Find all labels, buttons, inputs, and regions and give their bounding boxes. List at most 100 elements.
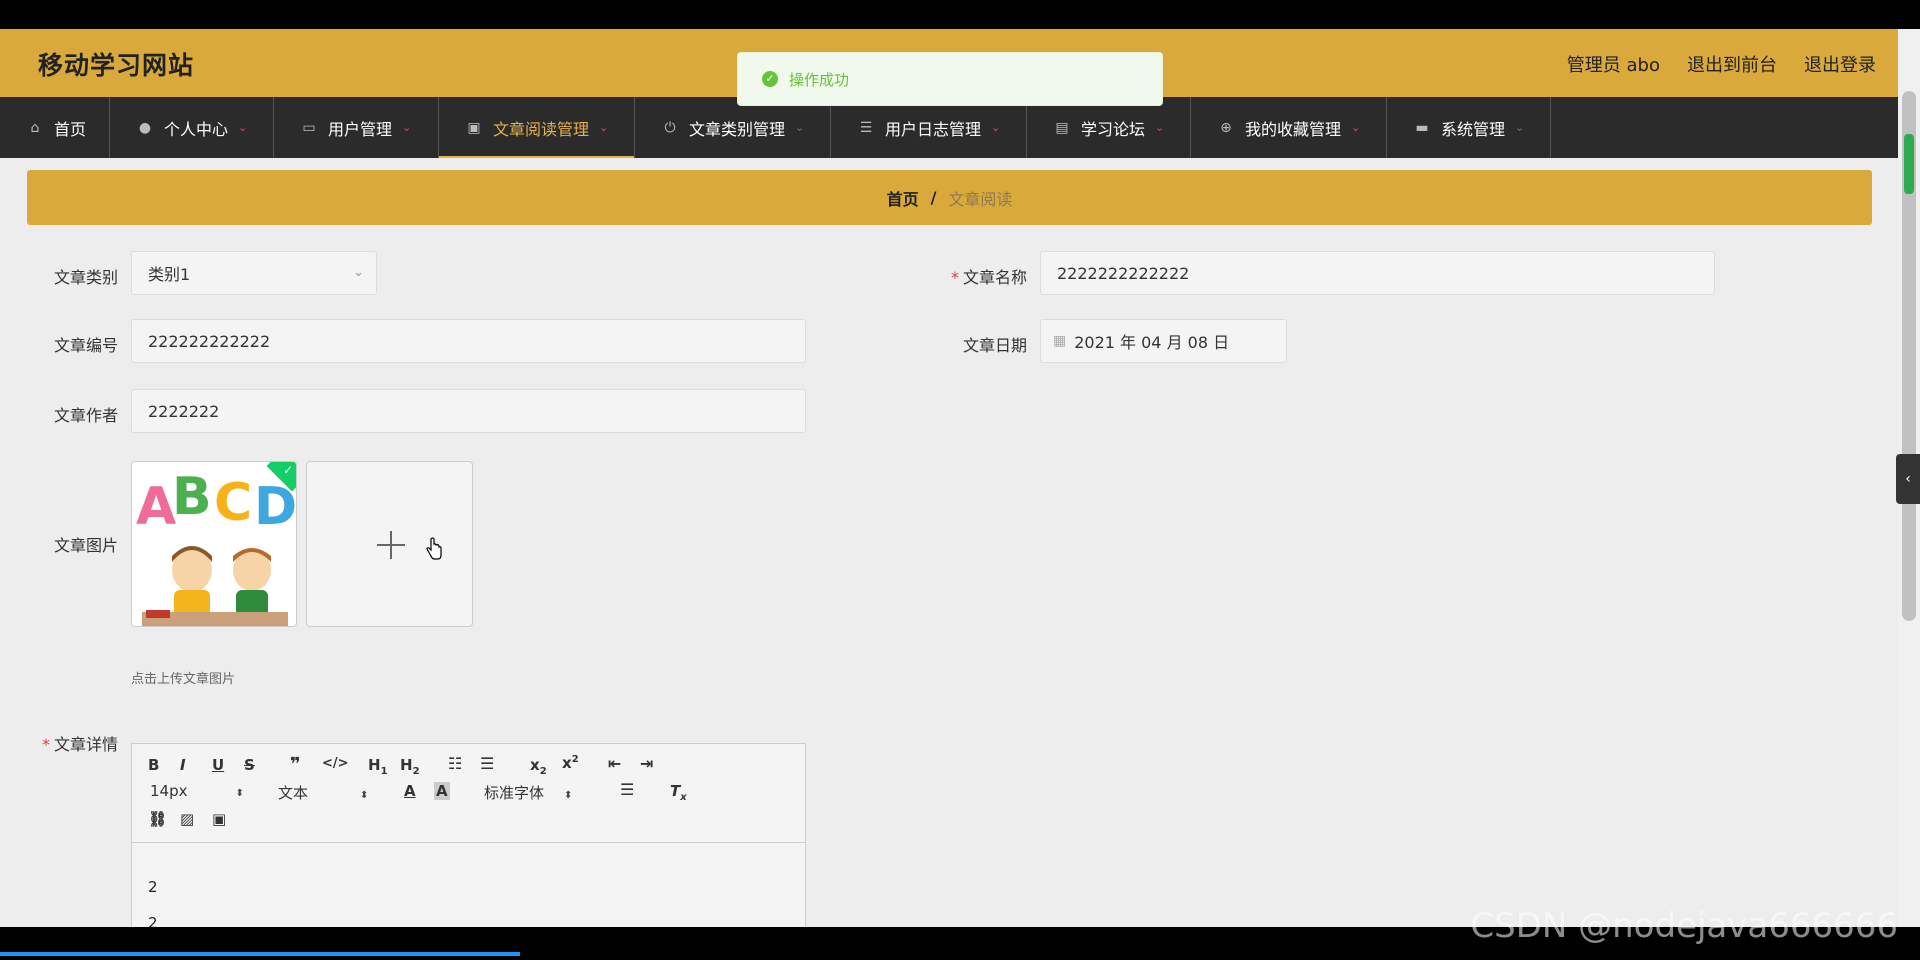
chevron-down-icon: ⌄ [991,121,1001,134]
number-input[interactable]: 222222222222 [131,319,806,363]
plus-icon-vertical [390,531,392,559]
success-toast: ✓ 操作成功 [737,52,1163,106]
nav-label: 用户日志管理 [885,119,982,139]
title-input[interactable]: 2222222222222 [1040,251,1715,295]
bullet-list-icon[interactable]: ☰ [480,754,494,773]
nav-label: 学习论坛 [1081,119,1146,139]
site-brand[interactable]: 移动学习网站 [38,46,194,82]
nav-item-forum[interactable]: ▤ 学习论坛 ⌄ [1027,97,1191,158]
superscript-icon[interactable]: x2 [562,754,579,772]
check-icon: ✓ [282,463,293,477]
logout-link[interactable]: 退出登录 [1804,51,1876,77]
chevron-left-icon: ‹ [1905,471,1911,487]
blockquote-icon[interactable]: ❞ [290,754,301,775]
updown-icon: ⬍ [360,790,369,801]
calendar-icon: ▦ [1053,333,1067,349]
category-label: 文章类别 [53,268,118,287]
strikethrough-icon[interactable]: S [244,756,255,774]
side-collapse-tab[interactable]: ‹ [1896,454,1920,504]
nav-item-personal-center[interactable]: ● 个人中心 ⌄ [110,97,274,158]
watermark: CSDN @nodejava666666 [1470,906,1898,946]
heading-1-icon[interactable]: H1 [368,756,388,777]
heading-2-icon[interactable]: H2 [400,756,420,777]
image-upload-button[interactable] [306,461,473,627]
breadcrumb-home[interactable]: 首页 [887,186,919,210]
ordered-list-icon[interactable]: ☷ [448,754,462,773]
link-icon[interactable]: ⛓ [148,810,167,828]
admin-label: 管理员 abo [1566,55,1660,76]
main-nav: ⌂ 首页 ● 个人中心 ⌄ ▭ 用户管理 ⌄ ▣ 文章阅读管理 ⌄ ⏻ 文章类别… [0,97,1898,158]
chevron-down-icon: ⌄ [238,121,248,134]
chevron-down-icon: ⌄ [1515,121,1525,134]
author-value: 2222222 [148,401,220,421]
nav-label: 个人中心 [164,119,229,139]
to-front-link[interactable]: 退出到前台 [1687,51,1777,77]
chevron-down-icon: ⌄ [1155,121,1165,134]
chat-icon: ▤ [1055,119,1069,136]
uploaded-image-thumbnail[interactable]: A B C D ✓ [131,461,297,627]
video-progress-bar[interactable] [0,952,520,956]
breadcrumb: 首页 / 文章阅读 [27,170,1872,225]
outdent-icon[interactable]: ⇤ [608,754,621,773]
italic-icon[interactable]: I [180,756,186,774]
indent-icon[interactable]: ⇥ [640,754,653,773]
subscript-icon[interactable]: x2 [530,756,547,777]
font-size-select[interactable]: 14px ⬍ [150,782,244,800]
power-icon: ⏻ [664,119,676,136]
nav-label: 用户管理 [328,119,393,139]
editor-toolbar: B I U S ❞ </> H1 H2 ☷ ☰ x2 x2 ⇤ ⇥ 14px ⬍ … [132,744,805,843]
nav-label: 文章阅读管理 [493,119,590,139]
font-color-icon[interactable]: A [404,782,416,800]
title-label: * 文章名称 [950,268,1027,287]
check-circle-icon: ✓ [762,71,778,87]
nav-item-home[interactable]: ⌂ 首页 [0,97,110,158]
user-icon: ● [138,119,152,136]
code-block-icon[interactable]: </> [322,756,349,771]
image-label: 文章图片 [53,536,118,555]
nav-item-article-reading[interactable]: ▣ 文章阅读管理 ⌄ [439,97,635,158]
breadcrumb-current: 文章阅读 [948,189,1013,209]
svg-text:A: A [136,477,176,537]
underline-icon[interactable]: U [212,756,224,774]
font-family-select[interactable]: 标准字体 ⬍ [484,782,572,803]
nav-item-article-category[interactable]: ⏻ 文章类别管理 ⌄ [635,97,831,158]
nav-item-system[interactable]: ▬ 系统管理 ⌄ [1387,97,1551,158]
category-select[interactable]: 类别1 ⌄ [131,251,377,295]
nav-label: 首页 [54,119,87,139]
nav-item-user-log[interactable]: ☰ 用户日志管理 ⌄ [831,97,1027,158]
home-icon: ⌂ [30,119,40,136]
author-input[interactable]: 2222222 [131,389,806,433]
breadcrumb-separator: / [930,188,937,207]
date-value: 2021 年 04 月 08 日 [1074,333,1230,352]
bold-icon[interactable]: B [148,756,159,774]
svg-text:C: C [214,473,252,533]
abc-kids-image: A B C D [132,462,296,626]
toast-message: 操作成功 [789,70,850,89]
svg-text:B: B [172,467,212,527]
clear-format-icon[interactable]: Tx [670,782,687,803]
number-value: 222222222222 [148,331,271,351]
image-icon[interactable]: ▨ [180,810,194,828]
date-label: 文章日期 [962,336,1027,355]
crosshair-icon: ⊕ [1220,119,1232,136]
page: 移动学习网站 管理员 abo 退出到前台 退出登录 ✓ 操作成功 ⌂ 首页 ● … [0,29,1898,927]
screen: 移动学习网站 管理员 abo 退出到前台 退出登录 ✓ 操作成功 ⌂ 首页 ● … [0,0,1920,960]
chevron-down-icon: ⌄ [353,265,364,280]
hand-cursor-icon [426,537,442,560]
nav-item-favorites[interactable]: ⊕ 我的收藏管理 ⌄ [1191,97,1387,158]
block-type-select[interactable]: 文本 ⬍ [278,782,368,803]
title-value: 2222222222222 [1057,263,1190,283]
updown-icon: ⬍ [235,788,244,799]
chevron-down-icon: ⌄ [402,121,412,134]
rich-text-editor[interactable]: B I U S ❞ </> H1 H2 ☷ ☰ x2 x2 ⇤ ⇥ 14px ⬍ … [131,743,806,927]
date-picker[interactable]: ▦ 2021 年 04 月 08 日 [1040,319,1287,363]
list-icon: ☰ [859,119,873,136]
category-value: 类别1 [148,265,191,284]
background-color-icon[interactable]: A [434,782,450,800]
video-icon[interactable]: ▣ [212,810,226,828]
monitor-icon: ▬ [1415,119,1429,136]
author-label: 文章作者 [53,406,118,425]
updown-icon: ⬍ [564,790,573,801]
align-icon[interactable]: ☰ [620,780,634,799]
nav-item-user-management[interactable]: ▭ 用户管理 ⌄ [274,97,439,158]
